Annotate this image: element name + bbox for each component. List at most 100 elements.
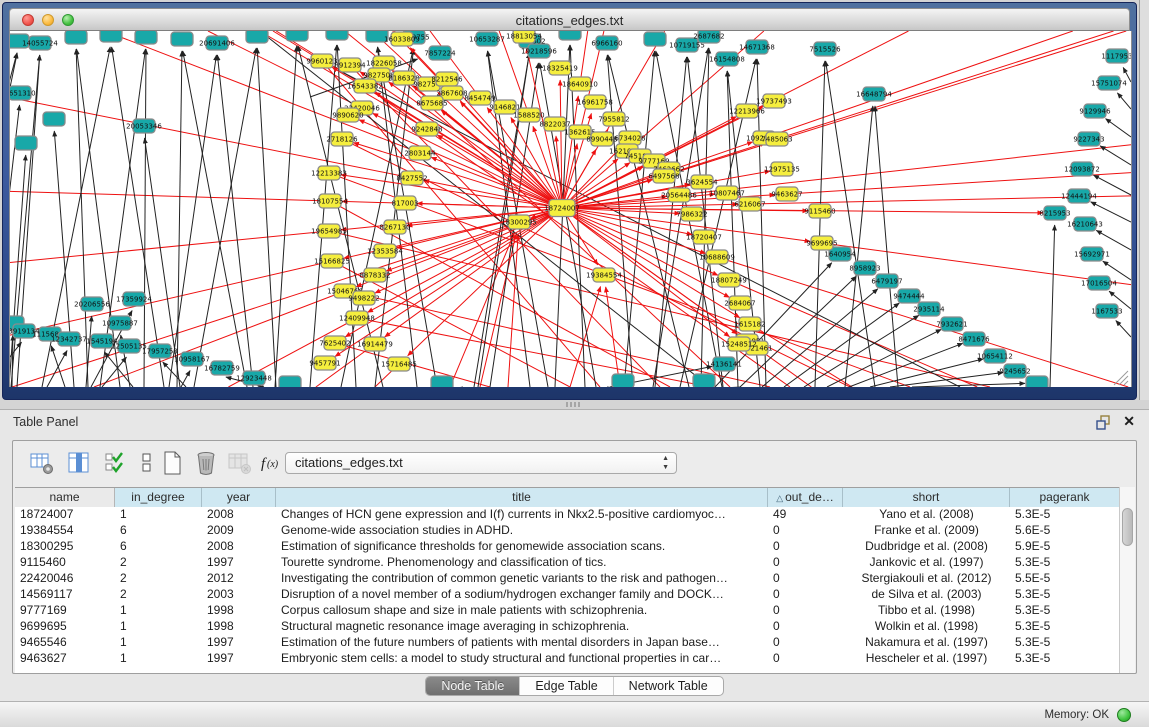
close-panel-icon[interactable]: ✕ [1123, 413, 1135, 430]
network-node[interactable]: 9463627 [771, 187, 802, 201]
column-header-pagerank[interactable]: pagerank [1010, 488, 1120, 507]
new-file-button[interactable] [159, 450, 185, 476]
network-node[interactable] [431, 376, 453, 387]
network-node[interactable]: 16648794 [856, 87, 892, 101]
float-panel-icon[interactable] [1096, 415, 1111, 430]
tab-node-table[interactable]: Node Table [426, 677, 520, 695]
network-node[interactable]: 19654985 [311, 224, 347, 238]
network-node[interactable] [171, 32, 193, 46]
network-node[interactable]: 6216067 [734, 197, 765, 211]
canvas-resize-grip[interactable] [1114, 371, 1128, 385]
memory-ok-indicator[interactable] [1117, 708, 1131, 722]
network-node[interactable]: 6966160 [591, 36, 622, 50]
network-node[interactable]: 15716485 [381, 357, 417, 371]
network-node[interactable] [65, 31, 87, 44]
column-header-in_degree[interactable]: in_degree [115, 488, 202, 507]
network-node[interactable]: 1167533 [1091, 304, 1122, 318]
network-node[interactable]: 15751074 [1091, 76, 1127, 90]
network-node[interactable] [1026, 376, 1048, 387]
network-node[interactable]: 9115460 [804, 204, 835, 218]
delete-rows-trash-button[interactable] [193, 450, 219, 476]
network-node[interactable]: 9227343 [1073, 132, 1104, 146]
network-node[interactable]: 817003 [392, 196, 419, 210]
network-node[interactable]: 17016504 [1081, 276, 1117, 290]
splitter-handle-icon[interactable] [566, 402, 582, 407]
network-node[interactable]: 7485063 [761, 132, 792, 146]
horizontal-splitter[interactable] [0, 400, 1149, 409]
network-node[interactable]: 2803144 [404, 146, 436, 160]
network-node[interactable] [693, 374, 715, 387]
network-node[interactable]: 7857224 [424, 46, 456, 60]
network-node[interactable] [279, 376, 301, 387]
table-scrollbar[interactable] [1119, 487, 1135, 673]
network-node[interactable]: 9457791 [309, 356, 340, 370]
network-node[interactable] [326, 31, 348, 40]
network-node[interactable]: 15692971 [1074, 247, 1110, 261]
window-title-bar[interactable]: citations_edges.txt [9, 8, 1130, 31]
table-row[interactable]: 946554611997Estimation of the future num… [15, 635, 1121, 651]
table-row[interactable]: 2242004622012Investigating the contribut… [15, 571, 1121, 587]
network-node[interactable]: 9498222 [348, 291, 379, 305]
tab-network-table[interactable]: Network Table [614, 677, 723, 695]
network-node[interactable]: 16210643 [1067, 217, 1103, 231]
network-node[interactable]: 7932621 [936, 317, 967, 331]
column-header-name[interactable]: name [15, 488, 115, 507]
network-node[interactable]: 18325419 [542, 61, 578, 75]
tab-edge-table[interactable]: Edge Table [520, 677, 613, 695]
network-node[interactable]: 2718126 [326, 132, 358, 146]
network-node[interactable] [644, 32, 666, 46]
network-node[interactable] [612, 374, 634, 387]
network-node[interactable]: 3624554 [686, 175, 718, 189]
network-node[interactable]: 7986322 [676, 207, 707, 221]
column-header-out_de[interactable]: △out_de… [768, 488, 843, 507]
network-node[interactable]: 9474444 [893, 289, 925, 303]
network-node[interactable]: 1615182 [734, 317, 765, 331]
network-node[interactable] [43, 112, 65, 126]
network-node[interactable]: 2684067 [724, 296, 755, 310]
network-node[interactable]: 6479197 [871, 274, 902, 288]
network-node[interactable]: 9890620 [332, 108, 363, 122]
network-node[interactable]: 17957253 [142, 344, 178, 358]
network-node[interactable]: 6497568 [648, 169, 679, 183]
table-row[interactable]: 1872400712008Changes of HCN gene express… [15, 507, 1121, 523]
network-node[interactable] [15, 136, 37, 150]
network-node[interactable]: 18107554 [312, 194, 348, 208]
table-row[interactable]: 969969511998Structural magnetic resonanc… [15, 619, 1121, 635]
network-node[interactable]: 8990448 [586, 132, 617, 146]
table-settings-button[interactable] [29, 450, 55, 476]
table-scrollbar-thumb[interactable] [1122, 508, 1133, 546]
network-node[interactable]: 8212546 [431, 72, 463, 86]
network-node[interactable] [100, 31, 122, 42]
network-node[interactable]: 16914479 [357, 337, 393, 351]
network-node[interactable]: 8912394 [334, 58, 366, 72]
network-node[interactable]: 7625402 [319, 336, 350, 350]
network-node[interactable]: 12923448 [236, 371, 272, 385]
network-node[interactable]: 10654112 [977, 349, 1013, 363]
network-node[interactable]: 9129946 [1079, 104, 1111, 118]
network-node[interactable]: 20691406 [199, 36, 235, 50]
network-node[interactable] [135, 31, 157, 44]
network-node[interactable]: 2687682 [693, 31, 724, 43]
select-rows-button[interactable] [103, 450, 129, 476]
network-node[interactable]: 6734028 [614, 131, 645, 145]
network-node[interactable]: 16154808 [709, 52, 745, 66]
function-builder-button[interactable]: f(x) [259, 453, 287, 479]
column-header-title[interactable]: title [276, 488, 768, 507]
network-node[interactable]: 14671368 [739, 40, 775, 54]
network-node[interactable]: 7515526 [809, 42, 841, 56]
table-row[interactable]: 946362711997Embryonic stem cells: a mode… [15, 651, 1121, 667]
table-row[interactable]: 911546021997Tourette syndrome. Phenomeno… [15, 555, 1121, 571]
table-row[interactable]: 1830029562008Estimation of significance … [15, 539, 1121, 555]
network-node[interactable]: 12093872 [1064, 162, 1100, 176]
network-node[interactable]: 20053346 [126, 119, 162, 133]
network-node[interactable]: 2651310 [10, 86, 36, 100]
network-canvas[interactable]: 1405572420691406204975578572241065328715… [9, 31, 1132, 387]
network-node[interactable]: 2935114 [913, 302, 945, 316]
network-node[interactable]: 12213966 [729, 104, 765, 118]
network-node[interactable]: 10653287 [469, 32, 505, 46]
network-node[interactable]: 8675685 [416, 96, 447, 110]
table-row[interactable]: 977716911998Corpus callosum shape and si… [15, 603, 1121, 619]
network-node[interactable] [559, 31, 581, 40]
network-node[interactable]: 9699695 [806, 236, 837, 250]
network-node[interactable]: 18724007 [544, 200, 580, 217]
